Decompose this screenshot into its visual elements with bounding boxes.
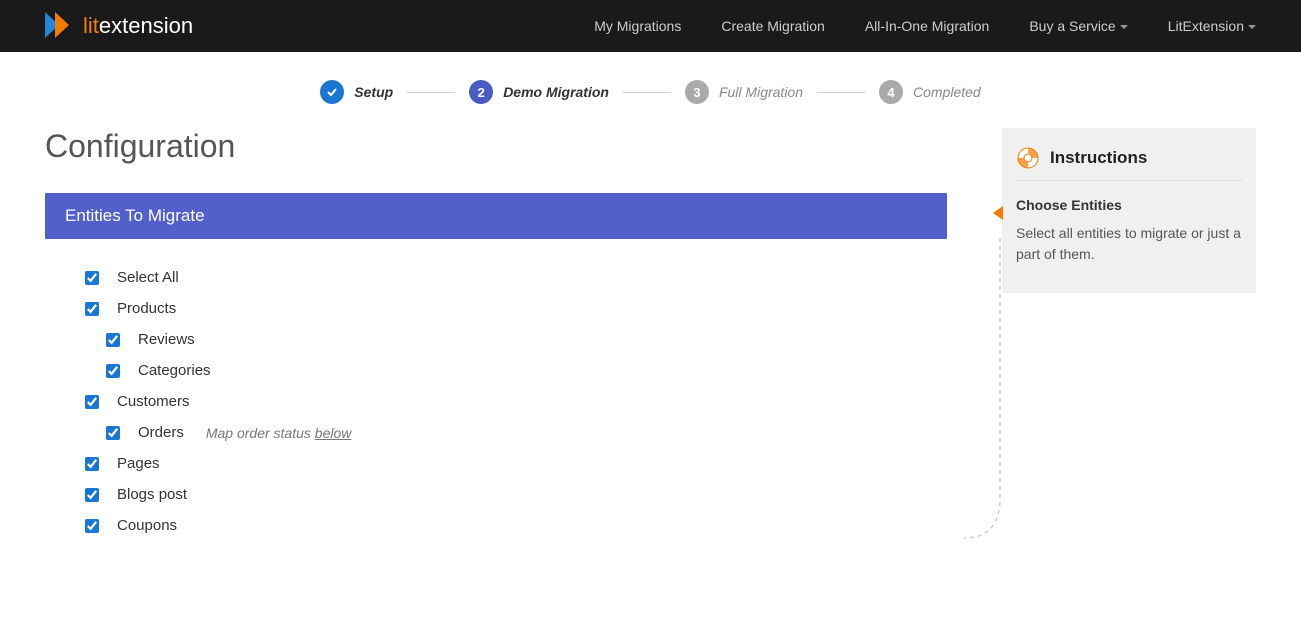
step-full-migration[interactable]: 3 Full Migration	[685, 80, 803, 104]
sidebar: Instructions Choose Entities Select all …	[1002, 128, 1256, 548]
entity-label: Products	[117, 300, 176, 317]
page-title: Configuration	[45, 128, 947, 165]
step-completed[interactable]: 4 Completed	[879, 80, 981, 104]
checkbox-reviews[interactable]	[106, 333, 120, 347]
logo-text: litextension	[83, 13, 193, 39]
step-label: Demo Migration	[503, 84, 609, 100]
step-connector	[817, 92, 865, 93]
entity-blogs: Blogs post	[85, 486, 947, 503]
logo[interactable]: litextension	[45, 12, 193, 40]
orders-hint: Map order status below	[206, 425, 352, 441]
step-label: Setup	[354, 84, 393, 100]
entity-label: Customers	[117, 393, 190, 410]
entity-label: Select All	[117, 269, 179, 286]
step-number: 3	[685, 80, 709, 104]
top-nav: litextension My Migrations Create Migrat…	[0, 0, 1301, 52]
orders-hint-link[interactable]: below	[315, 425, 352, 441]
checkbox-customers[interactable]	[85, 395, 99, 409]
entity-reviews: Reviews	[85, 331, 947, 348]
entity-label: Coupons	[117, 517, 177, 534]
nav-create-migration[interactable]: Create Migration	[721, 18, 825, 34]
entity-select-all: Select All	[85, 269, 947, 286]
step-label: Full Migration	[719, 84, 803, 100]
entity-label: Orders	[138, 424, 184, 441]
entity-pages: Pages	[85, 455, 947, 472]
checkbox-products[interactable]	[85, 302, 99, 316]
checkbox-coupons[interactable]	[85, 519, 99, 533]
content-container: Configuration Entities To Migrate Select…	[0, 128, 1301, 548]
entity-label: Reviews	[138, 331, 195, 348]
instructions-title: Instructions	[1050, 148, 1147, 168]
entity-orders: Orders Map order status below	[85, 424, 947, 441]
instructions-header: Instructions	[1016, 146, 1242, 181]
step-number: 2	[469, 80, 493, 104]
instructions-text: Select all entities to migrate or just a…	[1016, 223, 1242, 265]
step-setup[interactable]: Setup	[320, 80, 393, 104]
chevron-down-icon	[1120, 25, 1128, 29]
checkbox-blogs[interactable]	[85, 488, 99, 502]
instructions-subtitle: Choose Entities	[1016, 197, 1242, 213]
step-connector	[623, 92, 671, 93]
entity-customers: Customers	[85, 393, 947, 410]
step-demo-migration[interactable]: 2 Demo Migration	[469, 80, 609, 104]
step-label: Completed	[913, 84, 981, 100]
nav-my-migrations[interactable]: My Migrations	[594, 18, 681, 34]
nav-buy-service[interactable]: Buy a Service	[1029, 18, 1127, 34]
lifebuoy-icon	[1016, 146, 1040, 170]
nav-menu: My Migrations Create Migration All-In-On…	[594, 18, 1256, 34]
check-icon	[320, 80, 344, 104]
nav-litextension[interactable]: LitExtension	[1168, 18, 1256, 34]
connector-line	[964, 238, 1002, 548]
logo-icon	[45, 12, 73, 40]
entity-coupons: Coupons	[85, 517, 947, 534]
checkbox-select-all[interactable]	[85, 271, 99, 285]
main-panel: Configuration Entities To Migrate Select…	[45, 128, 947, 548]
checkbox-categories[interactable]	[106, 364, 120, 378]
step-connector	[407, 92, 455, 93]
chevron-down-icon	[1248, 25, 1256, 29]
entity-categories: Categories	[85, 362, 947, 379]
instructions-panel: Instructions Choose Entities Select all …	[1002, 128, 1256, 293]
pointer-arrow-icon	[993, 206, 1003, 220]
checkbox-orders[interactable]	[106, 426, 120, 440]
entity-label: Pages	[117, 455, 160, 472]
entity-list: Select All Products Reviews Categories C…	[45, 269, 947, 534]
checkbox-pages[interactable]	[85, 457, 99, 471]
migration-stepper: Setup 2 Demo Migration 3 Full Migration …	[0, 52, 1301, 128]
entity-label: Blogs post	[117, 486, 187, 503]
nav-all-in-one[interactable]: All-In-One Migration	[865, 18, 990, 34]
entity-products: Products	[85, 300, 947, 317]
step-number: 4	[879, 80, 903, 104]
entity-label: Categories	[138, 362, 211, 379]
section-header-entities: Entities To Migrate	[45, 193, 947, 239]
